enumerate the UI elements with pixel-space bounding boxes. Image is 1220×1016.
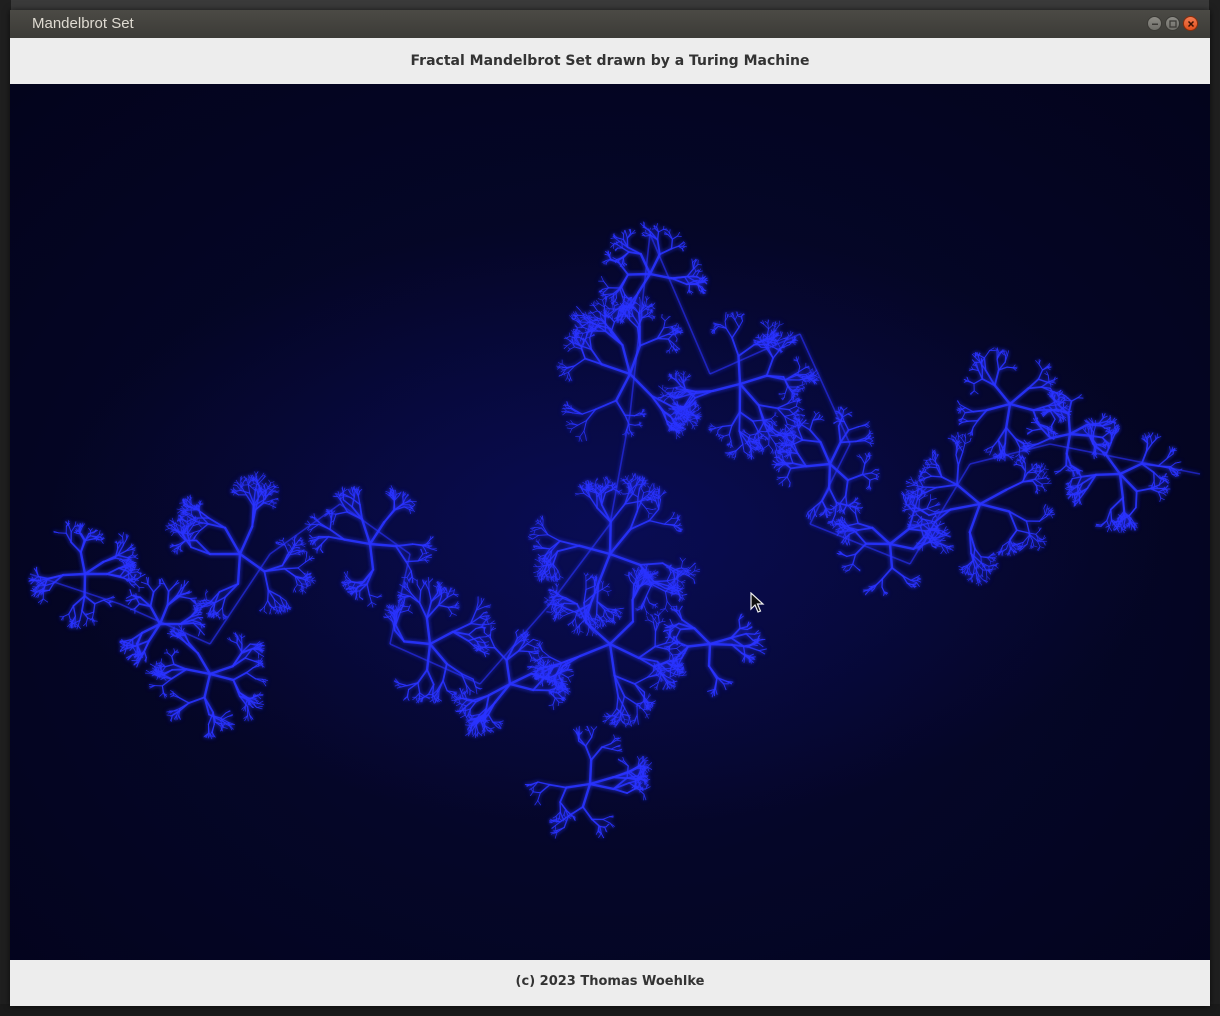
footer-label: (c) 2023 Thomas Woehlke	[515, 974, 705, 989]
minimize-icon	[1152, 23, 1158, 25]
footer-panel: (c) 2023 Thomas Woehlke	[10, 960, 1210, 1006]
app-window: Mandelbrot Set Fractal Mandelbrot Set dr…	[10, 10, 1210, 1006]
header-label: Fractal Mandelbrot Set drawn by a Turing…	[410, 53, 810, 69]
minimize-button[interactable]	[1147, 16, 1162, 31]
background-top-bar	[0, 0, 1220, 10]
close-button[interactable]	[1183, 16, 1198, 31]
header-panel: Fractal Mandelbrot Set drawn by a Turing…	[10, 38, 1210, 84]
fractal-canvas[interactable]	[10, 84, 1210, 960]
julia-fractal-image	[28, 221, 1201, 839]
title-bar[interactable]: Mandelbrot Set	[10, 10, 1210, 38]
maximize-icon	[1169, 20, 1177, 28]
close-icon	[1187, 20, 1195, 28]
mouse-cursor-icon	[750, 592, 765, 613]
background-terminal-right	[1209, 0, 1220, 1016]
maximize-button[interactable]	[1165, 16, 1180, 31]
window-title: Mandelbrot Set	[32, 15, 134, 32]
